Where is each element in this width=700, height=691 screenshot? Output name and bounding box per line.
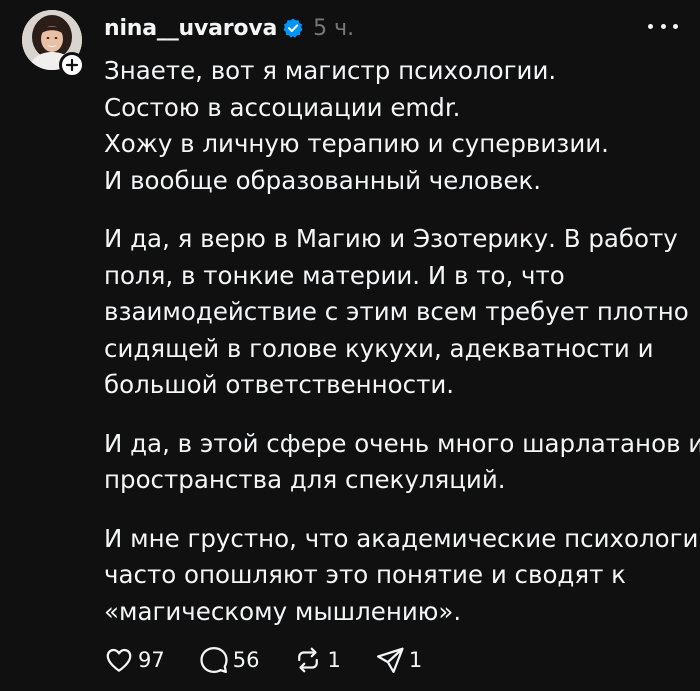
verified-badge-icon (282, 17, 304, 39)
reply-button[interactable]: 56 (199, 645, 260, 675)
text-line: поля, в тонкие материи. И в то, что (104, 260, 565, 290)
text-line: И да, я верю в Магию и Эзотерику. В рабо… (104, 224, 678, 253)
comment-icon (200, 647, 228, 673)
text-line: Хожу в личную терапию и супервизии. (104, 129, 609, 158)
follow-button[interactable] (59, 52, 85, 78)
text-line: пространства для спекуляций. (104, 465, 506, 494)
post-timestamp[interactable]: 5 ч. (313, 16, 354, 41)
text-line: «магическому мышлению». (104, 596, 462, 626)
post-paragraph: И да, в этой сфере очень много шарлатано… (104, 426, 700, 499)
text-line: И да, в этой сфере очень много шарлатано… (104, 428, 700, 458)
avatar-container[interactable] (22, 10, 85, 78)
like-count: 97 (138, 648, 165, 672)
more-options-button[interactable] (648, 14, 678, 38)
text-line: Знаете, вот я магистр психологии. (104, 56, 557, 85)
post-paragraph: Знаете, вот я магистр психологии. Состою… (104, 53, 694, 199)
post-paragraph: И мне грустно, что академические психоло… (104, 521, 699, 631)
more-horizontal-icon (648, 23, 653, 29)
share-count: 1 (408, 648, 423, 672)
text-line: большой ответственности. (104, 370, 455, 399)
heart-icon (106, 648, 132, 672)
text-line: И вообще образованный человек. (104, 165, 542, 195)
action-bar: 97 56 1 1 (104, 643, 456, 677)
text-line: часто опошляют это понятие и сводят к (104, 560, 626, 589)
text-line: сидящей в голове кукухи, адекватности и (104, 333, 654, 363)
post-paragraph: И да, я верю в Магию и Эзотерику. В рабо… (104, 221, 694, 404)
send-icon (376, 647, 404, 673)
repost-count: 1 (327, 648, 341, 672)
text-line: Состою в ассоциации emdr. (104, 92, 461, 122)
username-link[interactable]: nina__uvarova (104, 16, 277, 41)
repost-button[interactable]: 1 (293, 645, 341, 675)
share-button[interactable]: 1 (375, 645, 422, 675)
post-text: Знаете, вот я магистр психологии. Состою… (104, 53, 700, 652)
post-header: nina__uvarova 5 ч. (104, 12, 354, 44)
text-line: взаимодействие с этим всем требует плотн… (104, 297, 689, 326)
plus-icon (65, 58, 79, 72)
text-line: И мне грустно, что академические психоло… (104, 523, 699, 553)
reply-count: 56 (232, 648, 260, 672)
repost-icon (298, 647, 319, 673)
like-button[interactable]: 97 (104, 645, 165, 675)
